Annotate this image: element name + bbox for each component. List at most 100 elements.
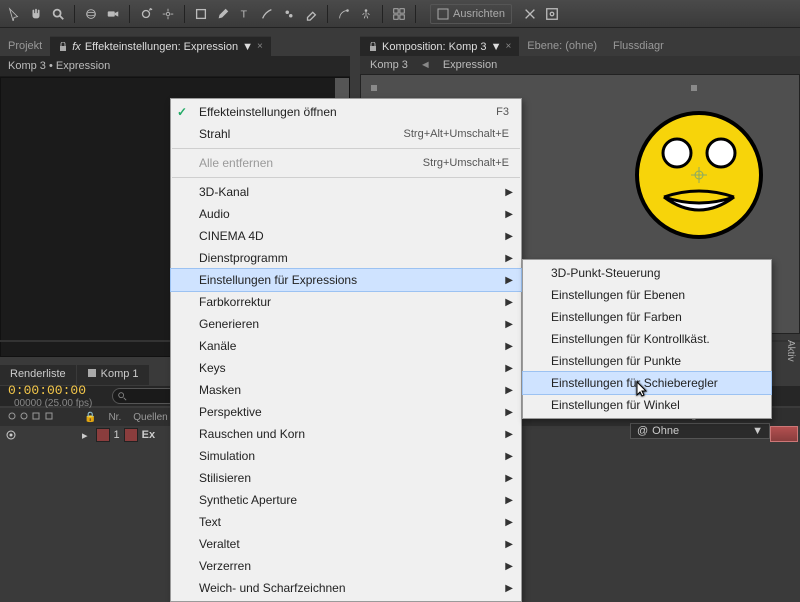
pen-tool-icon[interactable]: [213, 4, 233, 24]
tab-komposition[interactable]: Komposition: Komp 3 ▼ ×: [360, 36, 519, 56]
dropdown-icon[interactable]: ▼: [752, 425, 763, 437]
menu-item-text[interactable]: Text▶: [171, 511, 521, 533]
submenu-arrow-icon: ▶: [505, 539, 513, 550]
menu-item-dienstprogramm[interactable]: Dienstprogramm▶: [171, 247, 521, 269]
zoom-tool-icon[interactable]: [48, 4, 68, 24]
snap-bounds-icon[interactable]: [542, 4, 562, 24]
current-timecode[interactable]: 0:00:00:00: [8, 383, 92, 398]
camera-tool-icon[interactable]: [103, 4, 123, 24]
layer-color-swatch[interactable]: [96, 428, 110, 442]
layer-track-bar[interactable]: [770, 426, 798, 442]
brush-tool-icon[interactable]: [257, 4, 277, 24]
submenu-item-einstellungen-f-r-punkte[interactable]: Einstellungen für Punkte: [523, 350, 771, 372]
grid-tool-icon[interactable]: [389, 4, 409, 24]
tab-ebene[interactable]: Ebene: (ohne): [519, 36, 605, 56]
anchor-tool-icon[interactable]: [158, 4, 178, 24]
submenu-arrow-icon: ▶: [505, 319, 513, 330]
align-dropdown[interactable]: Ausrichten: [430, 4, 512, 24]
menu-item-kan-le[interactable]: Kanäle▶: [171, 335, 521, 357]
submenu-arrow-icon: ▶: [505, 407, 513, 418]
tab-effekteinstellungen[interactable]: fx Effekteinstellungen: Expression ▼ ×: [50, 36, 271, 56]
tab-flussdiagramm[interactable]: Flussdiagr: [605, 36, 672, 56]
submenu-arrow-icon: ▶: [505, 561, 513, 572]
fx-icon: fx: [72, 41, 81, 53]
menu-item-cinema-4d[interactable]: CINEMA 4D▶: [171, 225, 521, 247]
col-nr: Nr.: [102, 412, 127, 423]
hand-tool-icon[interactable]: [26, 4, 46, 24]
menu-item-rauschen-und-korn[interactable]: Rauschen und Korn▶: [171, 423, 521, 445]
menu-item-einstellungen-f-r-expressions[interactable]: Einstellungen für Expressions▶: [171, 269, 521, 291]
parent-dropdown[interactable]: @Ohne ▼: [630, 423, 770, 439]
menu-strahl[interactable]: Strahl Strg+Alt+Umschalt+E: [171, 123, 521, 145]
tab-komp1[interactable]: Komp 1: [77, 365, 149, 385]
selection-tool-icon[interactable]: [4, 4, 24, 24]
menu-item-3d-kanal[interactable]: 3D-Kanal▶: [171, 181, 521, 203]
menu-item-perspektive[interactable]: Perspektive▶: [171, 401, 521, 423]
svg-text:T: T: [241, 8, 248, 20]
left-panel-tabs: Projekt fx Effekteinstellungen: Expressi…: [0, 36, 350, 56]
breadcrumb-arrow-icon: ◄: [420, 59, 431, 71]
switch-icon[interactable]: 🔒: [78, 412, 102, 423]
expressions-submenu: 3D-Punkt-SteuerungEinstellungen für Eben…: [522, 259, 772, 419]
menu-item-stilisieren[interactable]: Stilisieren▶: [171, 467, 521, 489]
layer-index: 1: [114, 429, 120, 441]
col-source: Quellen: [127, 412, 173, 423]
submenu-item-einstellungen-f-r-kontrollk-st-[interactable]: Einstellungen für Kontrollkäst.: [523, 328, 771, 350]
menu-item-verzerren[interactable]: Verzerren▶: [171, 555, 521, 577]
layer-type-icon: [124, 428, 138, 442]
submenu-arrow-icon: ▶: [505, 187, 513, 198]
menu-item-synthetic-aperture[interactable]: Synthetic Aperture▶: [171, 489, 521, 511]
shape-tool-icon[interactable]: [191, 4, 211, 24]
submenu-arrow-icon: ▶: [505, 275, 513, 286]
close-icon[interactable]: ×: [257, 41, 263, 52]
submenu-arrow-icon: ▶: [505, 451, 513, 462]
eraser-tool-icon[interactable]: [301, 4, 321, 24]
layer-name[interactable]: Ex: [142, 429, 155, 441]
menu-item-simulation[interactable]: Simulation▶: [171, 445, 521, 467]
submenu-item-einstellungen-f-r-winkel[interactable]: Einstellungen für Winkel: [523, 394, 771, 416]
rotate-tool-icon[interactable]: [136, 4, 156, 24]
pickwhip-icon[interactable]: @: [637, 425, 648, 437]
menu-item-weich-und-scharfzeichnen[interactable]: Weich- und Scharfzeichnen▶: [171, 577, 521, 599]
submenu-item-3d-punkt-steuerung[interactable]: 3D-Punkt-Steuerung: [523, 262, 771, 284]
snap-icon[interactable]: [520, 4, 540, 24]
menu-item-masken[interactable]: Masken▶: [171, 379, 521, 401]
puppet-tool-icon[interactable]: [356, 4, 376, 24]
lock-icon: [368, 42, 378, 52]
dropdown-icon[interactable]: ▼: [491, 41, 502, 53]
orbit-tool-icon[interactable]: [81, 4, 101, 24]
submenu-item-einstellungen-f-r-schieberegler[interactable]: Einstellungen für Schieberegler: [523, 372, 771, 394]
dropdown-icon[interactable]: ▼: [242, 41, 253, 53]
submenu-arrow-icon: ▶: [505, 297, 513, 308]
tab-renderliste[interactable]: Renderliste: [0, 365, 76, 385]
submenu-arrow-icon: ▶: [505, 473, 513, 484]
submenu-arrow-icon: ▶: [505, 231, 513, 242]
menu-item-audio[interactable]: Audio▶: [171, 203, 521, 225]
submenu-arrow-icon: ▶: [505, 495, 513, 506]
search-icon: [117, 391, 127, 401]
roto-tool-icon[interactable]: [334, 4, 354, 24]
menu-item-generieren[interactable]: Generieren▶: [171, 313, 521, 335]
menu-item-farbkorrektur[interactable]: Farbkorrektur▶: [171, 291, 521, 313]
menu-remove-all: Alle entfernen Strg+Umschalt+E: [171, 152, 521, 174]
submenu-arrow-icon: ▶: [505, 583, 513, 594]
submenu-item-einstellungen-f-r-ebenen[interactable]: Einstellungen für Ebenen: [523, 284, 771, 306]
comp-icon: [87, 368, 97, 378]
clone-tool-icon[interactable]: [279, 4, 299, 24]
submenu-arrow-icon: ▶: [505, 429, 513, 440]
close-icon[interactable]: ×: [505, 41, 511, 52]
submenu-arrow-icon: ▶: [505, 209, 513, 220]
top-toolbar: T Ausrichten: [0, 0, 800, 28]
tab-projekt[interactable]: Projekt: [0, 36, 50, 56]
menu-item-veraltet[interactable]: Veraltet▶: [171, 533, 521, 555]
smiley-graphic[interactable]: [629, 105, 769, 245]
align-label: Ausrichten: [453, 8, 505, 20]
menu-open-fx-settings[interactable]: ✓ Effekteinstellungen öffnen F3: [171, 101, 521, 123]
effects-context-menu: ✓ Effekteinstellungen öffnen F3 Strahl S…: [170, 98, 522, 602]
twirl-icon[interactable]: ▸: [78, 429, 92, 442]
submenu-item-einstellungen-f-r-farben[interactable]: Einstellungen für Farben: [523, 306, 771, 328]
layer-visibility-icon[interactable]: [0, 428, 78, 442]
menu-item-keys[interactable]: Keys▶: [171, 357, 521, 379]
text-tool-icon[interactable]: T: [235, 4, 255, 24]
toggle-icons[interactable]: [0, 411, 78, 424]
